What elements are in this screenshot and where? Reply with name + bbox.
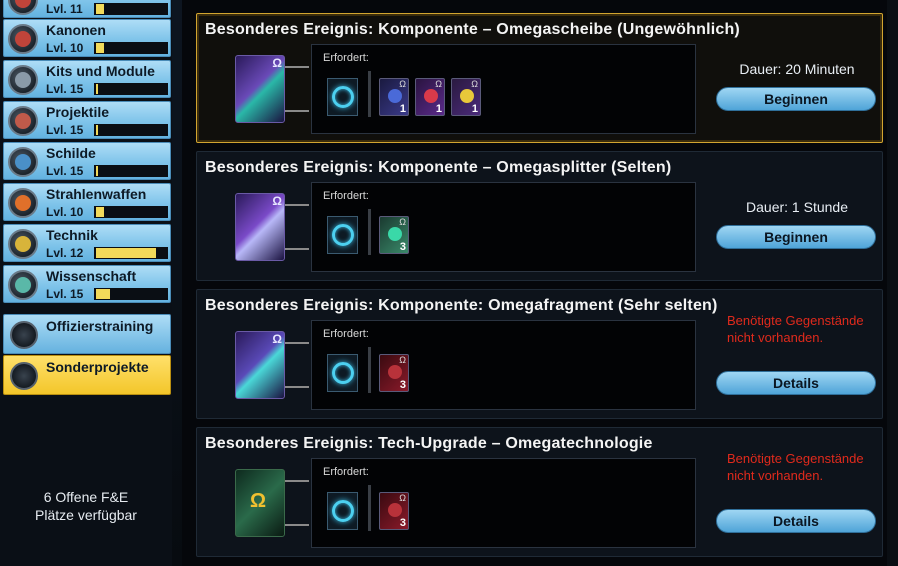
omega-material-slot <box>327 492 358 530</box>
sidebar-skill-kits[interactable]: Kits und Module Lvl. 15 <box>3 60 171 98</box>
officer-training-button[interactable]: Offizierstraining <box>3 314 171 354</box>
project-card[interactable]: Besonderes Ereignis: Tech-Upgrade – Omeg… <box>196 427 883 557</box>
skill-level: Lvl. 10 <box>46 205 84 219</box>
project-card[interactable]: Besonderes Ereignis: Komponente – Omegas… <box>196 151 883 281</box>
project-card[interactable]: Besonderes Ereignis: Komponente – Omegas… <box>196 13 883 143</box>
skill-name: Kanonen <box>46 22 106 38</box>
skill-level: Lvl. 15 <box>46 82 84 96</box>
shield-icon <box>8 147 38 177</box>
requirements-panel: Erfordert: Ω 3 <box>311 320 696 410</box>
required-item[interactable]: Ω 3 <box>379 492 409 530</box>
duration-label: Dauer: 1 Stunde <box>746 199 848 215</box>
missing-items-warning: Benötigte Gegenstände nicht vorhanden. <box>727 313 864 345</box>
start-button[interactable]: Beginnen <box>716 225 876 249</box>
sidebar-skill-schilde[interactable]: Schilde Lvl. 15 <box>3 142 171 180</box>
omega-ring-icon <box>331 224 354 246</box>
start-button[interactable]: Beginnen <box>716 87 876 111</box>
omega-disc-icon: Ω <box>235 55 285 123</box>
project-title: Besonderes Ereignis: Komponente – Omegas… <box>205 21 740 38</box>
skill-name: Wissenschaft <box>46 268 137 284</box>
skill-progress-bar <box>94 124 168 136</box>
skill-level: Lvl. 11 <box>46 2 83 16</box>
requires-label: Erfordert: <box>323 190 369 202</box>
omega-ring-icon <box>331 86 354 108</box>
special-projects-icon <box>10 362 38 390</box>
skill-name: Kits und Module <box>46 63 155 79</box>
sidebar-skill-technik[interactable]: Technik Lvl. 12 <box>3 224 171 262</box>
projectile-icon <box>8 106 38 136</box>
omega-material-slot <box>327 216 358 254</box>
scrollbar[interactable] <box>887 0 898 566</box>
open-slots-line1: 6 Offene F&E <box>43 489 129 505</box>
sidebar-skill-kanonen[interactable]: Kanonen Lvl. 10 <box>3 19 171 57</box>
sidebar-skill-wissenschaft[interactable]: Wissenschaft Lvl. 15 <box>3 265 171 303</box>
required-item[interactable]: Ω 3 <box>379 216 409 254</box>
sidebar: Lvl. 11 Kanonen Lvl. 10 Kits und Module … <box>0 0 182 566</box>
beam-weapon-icon <box>8 188 38 218</box>
duration-label: Dauer: 20 Minuten <box>739 61 855 77</box>
skill-level: Lvl. 15 <box>46 164 84 178</box>
requirements-panel: Erfordert: Ω 3 <box>311 182 696 272</box>
sidebar-divider <box>172 0 182 566</box>
required-item[interactable]: Ω 1 <box>451 78 481 116</box>
omega-ring-icon <box>331 500 354 522</box>
requires-label: Erfordert: <box>323 52 369 64</box>
details-button[interactable]: Details <box>716 371 876 395</box>
skill-progress-bar <box>94 247 168 259</box>
project-title: Besonderes Ereignis: Komponente: Omegafr… <box>205 297 718 314</box>
required-item[interactable]: Ω 1 <box>415 78 445 116</box>
special-projects-button[interactable]: Sonderprojekte <box>3 355 171 395</box>
skill-progress-bar <box>94 206 168 218</box>
skill-level: Lvl. 10 <box>46 41 84 55</box>
open-slots-line2: Plätze verfügbar <box>35 507 137 523</box>
project-card[interactable]: Besonderes Ereignis: Komponente: Omegafr… <box>196 289 883 419</box>
skill-name: Schilde <box>46 145 96 161</box>
sidebar-skill-item[interactable]: Lvl. 11 <box>3 0 171 18</box>
skill-name: Strahlenwaffen <box>46 186 147 202</box>
omega-shard-icon: Ω <box>235 193 285 261</box>
skill-level: Lvl. 15 <box>46 123 84 137</box>
omega-ring-icon <box>331 362 354 384</box>
officer-training-label: Offizierstraining <box>46 318 154 334</box>
skill-progress-bar <box>94 288 168 300</box>
omega-material-slot <box>327 78 358 116</box>
skill-level: Lvl. 12 <box>46 246 84 260</box>
required-item[interactable]: Ω 1 <box>379 78 409 116</box>
skill-name: Projektile <box>46 104 110 120</box>
skill-icon <box>8 0 38 15</box>
omega-material-slot <box>327 354 358 392</box>
omega-fragment-icon: Ω <box>235 331 285 399</box>
tech-upgrade-book-icon: Ω <box>235 469 285 537</box>
missing-items-warning: Benötigte Gegenstände nicht vorhanden. <box>727 451 864 483</box>
details-button[interactable]: Details <box>716 509 876 533</box>
skill-name: Technik <box>46 227 98 243</box>
project-title: Besonderes Ereignis: Komponente – Omegas… <box>205 159 672 176</box>
skill-progress-bar <box>94 3 168 15</box>
skill-level: Lvl. 15 <box>46 287 84 301</box>
officer-icon <box>10 321 38 349</box>
cannon-icon <box>8 24 38 54</box>
requirements-panel: Erfordert: Ω 3 <box>311 458 696 548</box>
requires-label: Erfordert: <box>323 328 369 340</box>
engineering-icon <box>8 229 38 259</box>
requires-label: Erfordert: <box>323 466 369 478</box>
sidebar-skill-strahlenwaffen[interactable]: Strahlenwaffen Lvl. 10 <box>3 183 171 221</box>
project-title: Besonderes Ereignis: Tech-Upgrade – Omeg… <box>205 435 653 452</box>
sidebar-skill-projektile[interactable]: Projektile Lvl. 15 <box>3 101 171 139</box>
skill-progress-bar <box>94 165 168 177</box>
open-slots-info: 6 Offene F&E Plätze verfügbar <box>0 488 172 524</box>
science-icon <box>8 270 38 300</box>
special-projects-label: Sonderprojekte <box>46 359 149 375</box>
kit-module-icon <box>8 65 38 95</box>
skill-progress-bar <box>94 42 168 54</box>
required-item[interactable]: Ω 3 <box>379 354 409 392</box>
requirements-panel: Erfordert: Ω 1 Ω 1 Ω 1 <box>311 44 696 134</box>
skill-progress-bar <box>94 83 168 95</box>
